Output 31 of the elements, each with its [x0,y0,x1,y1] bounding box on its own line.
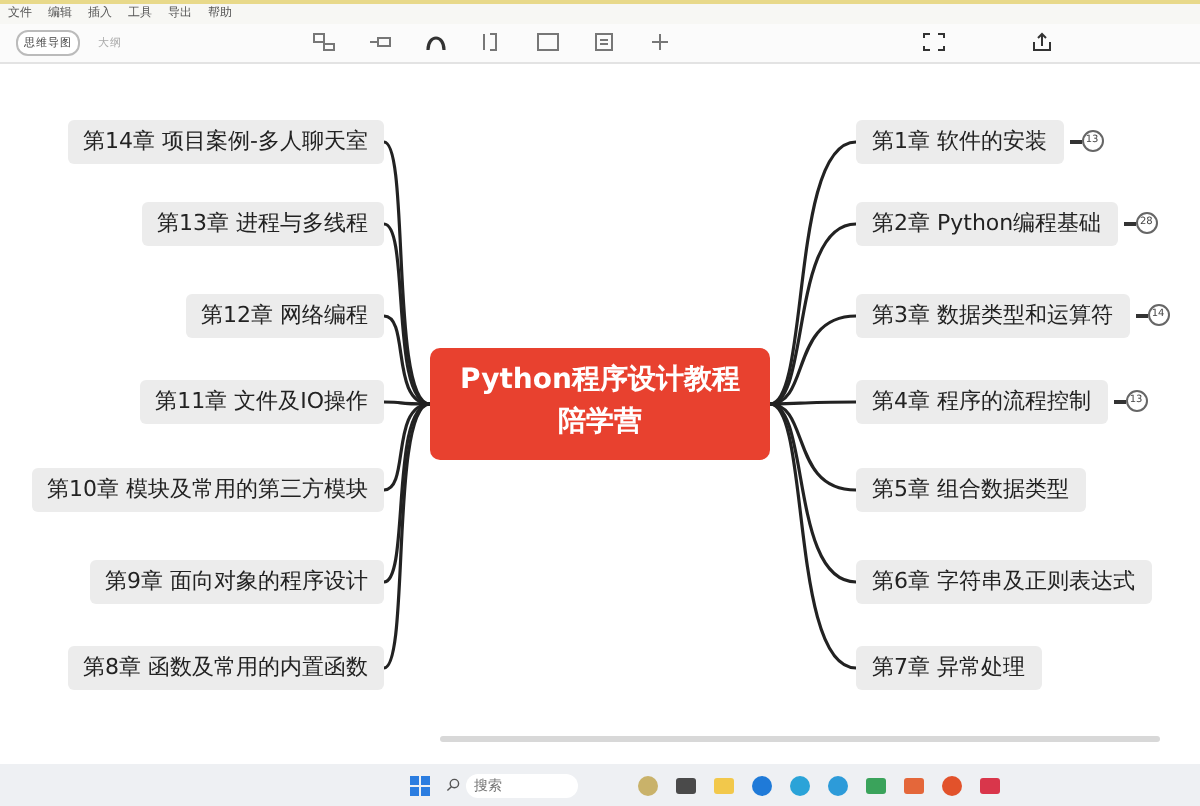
plus-icon[interactable] [648,32,672,53]
topic-node[interactable]: 第6章 字符串及正则表达式 [856,559,1151,604]
topic-node[interactable]: 第1章 软件的安装 [856,119,1063,164]
browser-icon[interactable] [752,775,772,796]
search-icon [446,778,460,793]
fullscreen-icon[interactable] [922,32,946,53]
topic-icon[interactable] [368,32,392,53]
windows-start-icon[interactable] [410,775,430,796]
topic-node[interactable]: 第7章 异常处理 [856,645,1041,690]
topic-node[interactable]: 第14章 项目案例-多人聊天室 [67,119,384,164]
scrollbar[interactable] [440,735,1160,742]
topic-node[interactable]: 第11章 文件及IO操作 [139,379,384,424]
topic-node[interactable]: 第5章 组合数据类型 [856,467,1085,512]
topic-node[interactable]: 第9章 面向对象的程序设计 [89,559,384,604]
topic-node[interactable]: 第2章 Python编程基础 [856,201,1118,246]
topic-node[interactable]: 第13章 进程与多线程 [141,201,384,246]
app-icon[interactable] [980,775,1000,796]
browser-icon[interactable] [790,775,810,796]
subtopic-icon[interactable] [312,32,336,53]
topic-node[interactable]: 第8章 函数及常用的内置函数 [67,645,384,690]
frame-icon[interactable] [536,32,560,53]
topic-node[interactable]: 第3章 数据类型和运算符 [856,293,1129,338]
app-icon[interactable] [942,775,962,796]
topic-node[interactable]: 第12章 网络编程 [185,293,384,338]
topic-node[interactable]: 第4章 程序的流程控制 [856,379,1107,424]
note-icon[interactable] [592,32,616,53]
topic-node[interactable]: 第10章 模块及常用的第三方模块 [31,467,384,512]
share-icon[interactable] [1030,32,1054,53]
app-icon[interactable] [676,775,696,796]
central-topic[interactable]: Python程序设计教程 陪学营 [430,347,770,460]
arc-icon[interactable] [424,32,448,53]
